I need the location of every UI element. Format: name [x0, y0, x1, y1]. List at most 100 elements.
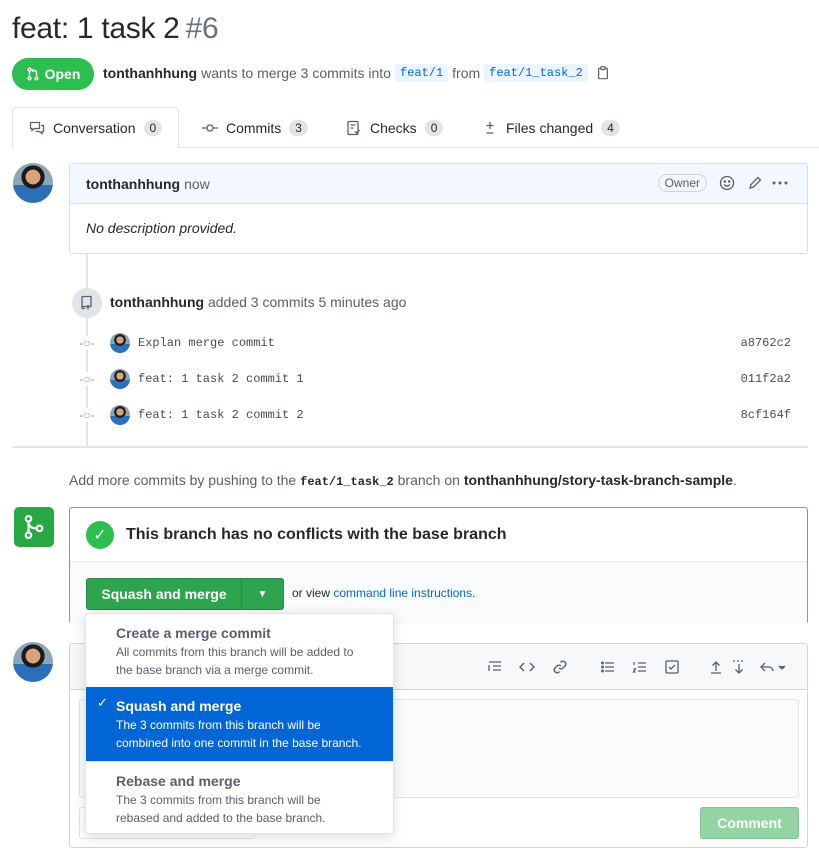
- hint-prefix: Add more commits by pushing to the: [69, 472, 297, 488]
- triangle-down-icon: ▼: [257, 588, 268, 600]
- option-title: Rebase and merge: [116, 773, 241, 789]
- kebab-horizontal-icon[interactable]: [771, 175, 789, 196]
- merge-box: ✓ This branch has no conflicts with the …: [69, 507, 808, 624]
- git-pull-request-icon: [27, 67, 39, 81]
- comment-submit-button[interactable]: Comment: [700, 807, 799, 839]
- option-desc: the base branch via a merge commit.: [116, 663, 314, 677]
- pr-title-text: feat: 1 task 2: [12, 12, 180, 45]
- push-hint: Add more commits by pushing to the feat/…: [69, 472, 737, 489]
- merge-option-squash-and-merge[interactable]: ✓ Squash and merge The 3 commits from th…: [86, 687, 393, 761]
- comment-header: tonthanhhung now Owner: [70, 164, 807, 204]
- pr-wants-text: wants to merge 3 commits into: [201, 65, 391, 81]
- merge-method-dropdown-toggle[interactable]: ▼: [241, 578, 284, 610]
- option-desc: The 3 commits from this branch will be: [116, 718, 321, 732]
- cli-suffix: .: [472, 586, 476, 600]
- owner-badge: Owner: [657, 174, 707, 192]
- avatar[interactable]: [110, 405, 130, 425]
- merge-option-rebase-and-merge[interactable]: Rebase and merge The 3 commits from this…: [86, 761, 393, 833]
- check-icon: ✓: [86, 520, 114, 549]
- comment-author[interactable]: tonthanhhung: [86, 176, 180, 192]
- pr-state-label: Open: [44, 66, 81, 82]
- merge-option-create-merge-commit[interactable]: Create a merge commit All commits from t…: [86, 614, 393, 687]
- git-merge-icon: [14, 507, 54, 547]
- git-commit-icon: -○-: [79, 372, 95, 386]
- or-view-text: or view: [292, 586, 331, 600]
- comment-body: No description provided.: [86, 220, 237, 236]
- commit-row: -○- Explan merge commit a8762c2: [79, 333, 795, 353]
- tab-files-changed[interactable]: Files changed 4: [482, 107, 620, 148]
- link-icon[interactable]: [552, 659, 568, 678]
- merge-status: ✓ This branch has no conflicts with the …: [70, 508, 807, 562]
- reply-icon[interactable]: [759, 659, 787, 678]
- timeline-divider: [12, 446, 808, 448]
- ordered-list-icon[interactable]: [632, 659, 648, 678]
- clipboard-icon[interactable]: [596, 66, 610, 80]
- option-title: Squash and merge: [116, 698, 242, 714]
- pr-description-comment: tonthanhhung now Owner No description pr…: [69, 163, 808, 254]
- push-event-text: tonthanhhung added 3 commits 5 minutes a…: [110, 294, 406, 310]
- avatar[interactable]: [110, 333, 130, 353]
- pr-author[interactable]: tonthanhhung: [103, 65, 197, 81]
- quote-icon[interactable]: [487, 659, 503, 678]
- tab-counter: 3: [289, 119, 308, 136]
- download-icon[interactable]: [731, 659, 747, 678]
- pr-meta: tonthanhhung wants to merge 3 commits in…: [103, 64, 610, 82]
- task-list-icon[interactable]: [664, 659, 680, 678]
- avatar[interactable]: [13, 642, 53, 682]
- git-commit-icon: [202, 123, 218, 132]
- tab-label: Checks: [370, 119, 417, 136]
- avatar[interactable]: [13, 163, 53, 203]
- option-desc: All commits from this branch will be add…: [116, 645, 354, 659]
- option-desc: rebased and added to the base branch.: [116, 811, 326, 825]
- pr-title: feat: 1 task 2 #6: [12, 12, 219, 46]
- tab-conversation[interactable]: Conversation 0: [12, 107, 180, 149]
- push-author[interactable]: tonthanhhung: [110, 294, 204, 310]
- tab-label: Conversation: [53, 120, 136, 136]
- unordered-list-icon[interactable]: [600, 659, 616, 678]
- commit-sha[interactable]: 011f2a2: [741, 372, 791, 386]
- pr-from-text: from: [452, 65, 481, 81]
- tab-checks[interactable]: Checks 0: [346, 107, 444, 148]
- merge-status-text: This branch has no conflicts with the ba…: [126, 525, 507, 543]
- option-desc: combined into one commit in the base bra…: [116, 736, 362, 750]
- commit-row: -○- feat: 1 task 2 commit 1 011f2a2: [79, 369, 795, 389]
- squash-and-merge-button[interactable]: Squash and merge: [86, 578, 242, 610]
- pr-tabs: Conversation 0 Commits 3 Checks 0 Files …: [12, 107, 819, 149]
- merge-method-menu: Create a merge commit All commits from t…: [85, 613, 394, 834]
- smiley-icon[interactable]: [719, 175, 735, 196]
- commit-sha[interactable]: a8762c2: [741, 336, 791, 350]
- commit-row: -○- feat: 1 task 2 commit 2 8cf164f: [79, 405, 795, 425]
- tab-label: Commits: [226, 119, 282, 136]
- repo-push-icon: [72, 288, 102, 318]
- command-line-instructions-link[interactable]: command line instructions: [333, 586, 472, 600]
- option-title: Create a merge commit: [116, 625, 271, 641]
- commit-message[interactable]: feat: 1 task 2 commit 1: [138, 372, 304, 386]
- checklist-icon: [347, 120, 360, 135]
- comment-discussion-icon: [29, 121, 45, 135]
- head-branch[interactable]: feat/1_task_2: [484, 64, 588, 82]
- commit-message[interactable]: feat: 1 task 2 commit 2: [138, 408, 304, 422]
- commit-message[interactable]: Explan merge commit: [138, 336, 275, 350]
- option-desc: The 3 commits from this branch will be: [116, 793, 321, 807]
- pencil-icon[interactable]: [747, 175, 763, 196]
- git-commit-icon: -○-: [79, 336, 95, 350]
- check-icon: ✓: [97, 695, 108, 710]
- pr-number: #6: [185, 12, 219, 45]
- push-description: added 3 commits 5 minutes ago: [207, 294, 407, 310]
- diff-icon: [486, 121, 494, 134]
- commit-sha[interactable]: 8cf164f: [741, 408, 791, 422]
- tab-counter: 0: [424, 119, 444, 136]
- git-commit-icon: -○-: [79, 408, 95, 422]
- tab-counter: 4: [601, 119, 620, 136]
- mention-upload-icon[interactable]: [708, 659, 724, 678]
- base-branch[interactable]: feat/1: [394, 64, 449, 82]
- avatar[interactable]: [110, 369, 130, 389]
- hint-repo: tonthanhhung/story-task-branch-sample: [463, 472, 733, 488]
- tab-counter: 0: [143, 120, 163, 136]
- tab-commits[interactable]: Commits 3: [202, 107, 308, 148]
- comment-time[interactable]: now: [184, 176, 210, 192]
- hint-middle: branch on: [397, 472, 460, 488]
- code-icon[interactable]: [519, 659, 535, 678]
- hint-branch: feat/1_task_2: [300, 475, 394, 489]
- tab-label: Files changed: [506, 119, 594, 136]
